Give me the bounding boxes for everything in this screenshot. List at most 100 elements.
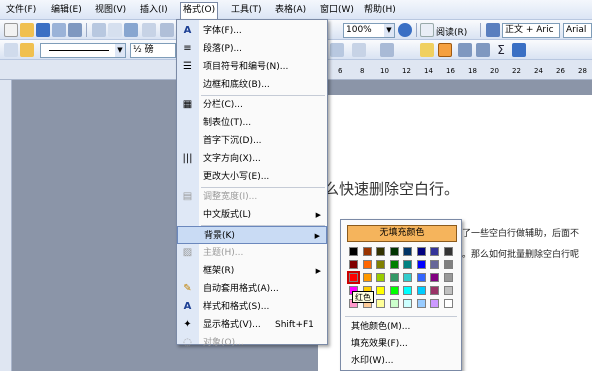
watermark-item[interactable]: 水印(W)...: [341, 353, 461, 369]
color-swatch[interactable]: [416, 260, 426, 269]
menu-item-paragraph[interactable]: ≡ 段落(P)...: [177, 40, 327, 58]
more-colors-item[interactable]: 其他颜色(M)...: [341, 319, 461, 335]
menu-item-columns[interactable]: ▦ 分栏(C)...: [177, 96, 327, 114]
menu-item-bullets[interactable]: ☰ 项目符号和编号(N)...: [177, 58, 327, 76]
menu-item-text-direction[interactable]: ||| 文字方向(X)...: [177, 150, 327, 168]
color-swatch[interactable]: [389, 273, 399, 282]
cut-icon[interactable]: [160, 23, 174, 37]
color-swatch[interactable]: [403, 286, 412, 295]
color-swatch[interactable]: [347, 271, 360, 284]
ruler-number: 6: [338, 67, 343, 75]
sort-descending-icon[interactable]: [476, 43, 490, 57]
read-mode-icon[interactable]: [420, 23, 434, 37]
email-icon[interactable]: [68, 23, 82, 37]
style-combo[interactable]: 正文 + Aric: [502, 23, 560, 38]
menu-item-reveal-formatting[interactable]: ✦ 显示格式(V)... Shift+F1: [177, 316, 327, 334]
sort-ascending-icon[interactable]: [458, 43, 472, 57]
menu-item-styles[interactable]: A 样式和格式(S)...: [177, 298, 327, 316]
color-swatch[interactable]: [376, 247, 385, 256]
menu-file[interactable]: 文件(F): [4, 3, 38, 17]
open-folder-icon[interactable]: [20, 23, 34, 37]
color-swatch[interactable]: [389, 286, 399, 295]
menu-tools[interactable]: 工具(T): [229, 3, 264, 17]
color-swatch[interactable]: [376, 260, 385, 269]
color-swatch[interactable]: [403, 299, 412, 308]
menu-item-asian-layout[interactable]: 中文版式(L) ▶: [177, 206, 327, 224]
menu-item-frames[interactable]: 框架(R) ▶: [177, 262, 327, 280]
shading-icon[interactable]: [420, 43, 434, 57]
font-size-combo[interactable]: ½ 磅: [130, 43, 176, 58]
menu-item-tabs[interactable]: 制表位(T)...: [177, 114, 327, 132]
color-swatch[interactable]: [416, 299, 426, 308]
color-swatch[interactable]: [430, 273, 439, 282]
menu-window[interactable]: 窗口(W): [318, 3, 356, 17]
color-swatch[interactable]: [443, 273, 453, 282]
save-icon[interactable]: [36, 23, 50, 37]
menu-item-background[interactable]: 背景(K) ▶: [177, 226, 327, 244]
autosum-icon[interactable]: Σ: [494, 43, 508, 57]
color-swatch[interactable]: [430, 286, 439, 295]
line-style-combo[interactable]: ▼: [40, 43, 126, 58]
color-swatch[interactable]: [389, 260, 399, 269]
color-swatch[interactable]: [362, 273, 372, 282]
menu-edit[interactable]: 编辑(E): [49, 3, 84, 17]
print-preview-icon[interactable]: [108, 23, 122, 37]
highlight-icon[interactable]: [438, 43, 452, 57]
toolbar-options-icon[interactable]: [512, 43, 526, 57]
merge-icon[interactable]: [380, 43, 394, 57]
color-swatch[interactable]: [443, 299, 453, 308]
color-swatch[interactable]: [376, 286, 385, 295]
styles-pane-icon[interactable]: [486, 23, 500, 37]
color-swatch[interactable]: [443, 247, 453, 256]
font-combo[interactable]: Arial: [563, 23, 592, 38]
shortcut-label: Shift+F1: [275, 320, 314, 330]
permission-icon[interactable]: [52, 23, 66, 37]
color-swatch[interactable]: [403, 247, 412, 256]
color-swatch[interactable]: [362, 260, 372, 269]
new-document-icon[interactable]: [4, 23, 18, 37]
ruler-number: 24: [534, 67, 543, 75]
color-swatch[interactable]: [349, 247, 358, 256]
color-swatch[interactable]: [430, 247, 439, 256]
print-icon[interactable]: [92, 23, 106, 37]
menu-item-theme: ▨ 主题(H)...: [182, 247, 244, 258]
menu-view[interactable]: 视图(V): [93, 3, 128, 17]
color-swatch[interactable]: [443, 286, 453, 295]
document-line-1: 了一些空白行做辅助，后面不: [462, 229, 580, 239]
color-swatch[interactable]: [403, 273, 412, 282]
fill-color-icon[interactable]: [20, 43, 34, 57]
draw-icon[interactable]: [4, 43, 18, 57]
color-swatch[interactable]: [389, 247, 399, 256]
border-icon[interactable]: [352, 43, 366, 57]
color-swatch[interactable]: [376, 273, 385, 282]
color-swatch[interactable]: [443, 260, 453, 269]
menu-format[interactable]: 格式(O): [180, 2, 219, 20]
menu-insert[interactable]: 插入(I): [138, 3, 170, 17]
ruler-number: 8: [360, 67, 365, 75]
color-swatch[interactable]: [362, 247, 372, 256]
color-swatch[interactable]: [403, 260, 412, 269]
read-mode-button[interactable]: 阅读(R): [436, 25, 467, 38]
color-swatch[interactable]: [416, 286, 426, 295]
fill-effects-item[interactable]: 填充效果(F)...: [341, 336, 461, 352]
menu-item-borders[interactable]: 边框和底纹(B)...: [177, 76, 327, 94]
menu-item-change-case[interactable]: 更改大小写(E)...: [177, 168, 327, 186]
no-fill-button[interactable]: 无填充颜色: [347, 225, 457, 242]
research-icon[interactable]: [142, 23, 156, 37]
color-swatch[interactable]: [416, 247, 426, 256]
color-swatch[interactable]: [430, 260, 439, 269]
table-icon[interactable]: [330, 43, 344, 57]
menu-item-dropcap[interactable]: 首字下沉(D)...: [177, 132, 327, 150]
zoom-combo[interactable]: 100% ▼: [343, 23, 395, 38]
menu-item-font[interactable]: A 字体(F)...: [177, 22, 327, 40]
spelling-icon[interactable]: [124, 23, 138, 37]
color-swatch[interactable]: [430, 299, 439, 308]
menu-item-autoformat[interactable]: ✎ 自动套用格式(A)...: [177, 280, 327, 298]
color-swatch[interactable]: [376, 299, 385, 308]
color-swatch[interactable]: [349, 260, 358, 269]
help-icon[interactable]: [398, 23, 412, 37]
menu-help[interactable]: 帮助(H): [362, 3, 398, 17]
menu-table[interactable]: 表格(A): [273, 3, 308, 17]
color-swatch[interactable]: [416, 273, 426, 282]
color-swatch[interactable]: [389, 299, 399, 308]
